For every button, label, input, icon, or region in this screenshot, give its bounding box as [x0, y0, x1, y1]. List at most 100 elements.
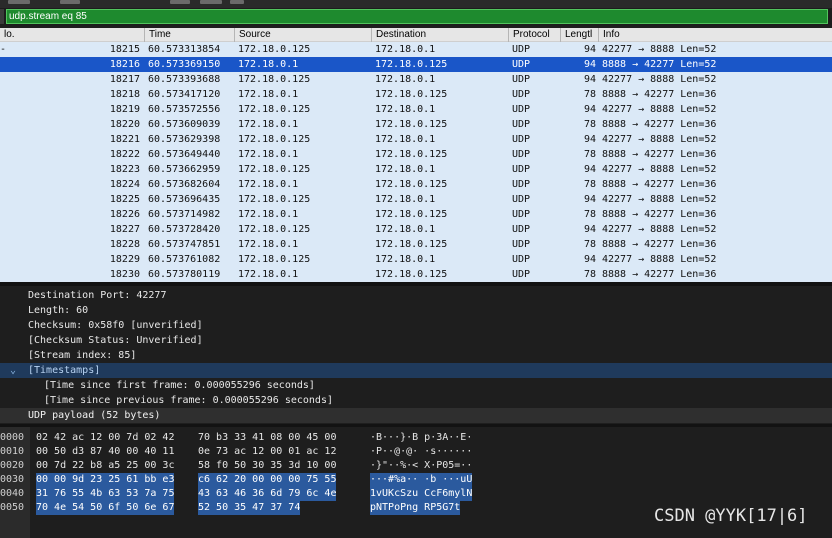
packet-row[interactable]: 18224 60.573682604 172.18.0.1 172.18.0.1… [0, 177, 832, 192]
packet-row[interactable]: 18219 60.573572556 172.18.0.125 172.18.0… [0, 102, 832, 117]
toolbar-button[interactable] [60, 0, 80, 4]
hex-bytes[interactable]: 02 42 ac 12 00 7d 02 42 [36, 431, 174, 445]
packet-row[interactable]: 18226 60.573714982 172.18.0.1 172.18.0.1… [0, 207, 832, 222]
packet-row[interactable]: 18222 60.573649440 172.18.0.1 172.18.0.1… [0, 147, 832, 162]
detail-text: Destination Port: 42277 [28, 290, 167, 301]
packet-row[interactable]: - 18215 60.573313854 172.18.0.125 172.18… [0, 42, 832, 57]
toolbar-button[interactable] [230, 0, 244, 4]
packet-row[interactable]: 18223 60.573662959 172.18.0.125 172.18.0… [0, 162, 832, 177]
bytes-line: 0010 00 50 d3 87 40 00 40 11 0e 73 ac 12… [0, 445, 832, 459]
bytes-line: 0000 02 42 ac 12 00 7d 02 42 70 b3 33 41… [0, 431, 832, 445]
packet-time: 60.573649440 [148, 149, 221, 160]
packet-info: 42277 → 8888 Len=52 [602, 164, 717, 175]
packet-length: 78 [583, 89, 596, 100]
column-header-time[interactable]: Time [144, 28, 237, 42]
detail-line[interactable]: [Time since previous frame: 0.000055296 … [0, 393, 832, 408]
packet-row[interactable]: 18228 60.573747851 172.18.0.1 172.18.0.1… [0, 237, 832, 252]
detail-line[interactable]: Checksum: 0x58f0 [unverified] [0, 318, 832, 333]
ascii-bytes[interactable]: ·P··@·@· ·s······ [370, 445, 472, 459]
packet-destination: 172.18.0.1 [375, 104, 436, 115]
packet-number: 18229 [109, 254, 140, 265]
column-header-length[interactable]: Lengtl [560, 28, 599, 42]
hex-bytes[interactable]: 00 7d 22 b8 a5 25 00 3c [36, 459, 174, 473]
packet-length: 94 [583, 194, 596, 205]
column-header-source[interactable]: Source [234, 28, 373, 42]
packet-info: 8888 → 42277 Len=36 [602, 239, 717, 250]
packet-row[interactable]: 18227 60.573728420 172.18.0.125 172.18.0… [0, 222, 832, 237]
hex-bytes[interactable]: 0e 73 ac 12 00 01 ac 12 [198, 445, 336, 459]
packet-length: 94 [583, 59, 596, 70]
packet-details-pane: Destination Port: 42277 Length: 60 Check… [0, 286, 832, 426]
packet-source: 172.18.0.1 [238, 89, 299, 100]
packet-destination: 172.18.0.1 [375, 74, 436, 85]
detail-line[interactable]: [Stream index: 85] [0, 348, 832, 363]
column-header-no[interactable]: lo. [0, 28, 144, 42]
ascii-bytes-highlighted[interactable]: pNTPoPng RP5G7t [370, 501, 461, 515]
detail-text: Checksum: 0x58f0 [unverified] [28, 320, 203, 331]
packet-row[interactable]: 18218 60.573417120 172.18.0.1 172.18.0.1… [0, 87, 832, 102]
detail-text: [Timestamps] [28, 365, 101, 376]
packet-source: 172.18.0.1 [238, 209, 299, 220]
detail-line[interactable]: Length: 60 [0, 303, 832, 318]
packet-row-selected[interactable]: 18216 60.573369150 172.18.0.1 172.18.0.1… [0, 57, 832, 72]
packet-length: 94 [583, 44, 596, 55]
hex-bytes-highlighted[interactable]: 70 4e 54 50 6f 50 6e 67 [36, 501, 175, 515]
packet-time: 60.573629398 [148, 134, 221, 145]
main-toolbar [0, 0, 832, 8]
packet-destination: 172.18.0.125 [375, 119, 448, 130]
packet-protocol: UDP [512, 224, 531, 235]
toolbar-button[interactable] [200, 0, 222, 4]
bytes-line: 0020 00 7d 22 b8 a5 25 00 3c 58 f0 50 30… [0, 459, 832, 473]
hex-bytes[interactable]: 58 f0 50 30 35 3d 10 00 [198, 459, 336, 473]
detail-line[interactable]: [Time since first frame: 0.000055296 sec… [0, 378, 832, 393]
hex-bytes-highlighted[interactable]: c6 62 20 00 00 00 75 55 [198, 473, 337, 487]
hex-bytes-highlighted[interactable]: 00 00 9d 23 25 61 bb e3 [36, 473, 175, 487]
detail-line-udp-payload[interactable]: UDP payload (52 bytes) [0, 408, 832, 423]
toolbar-button[interactable] [170, 0, 190, 4]
packet-protocol: UDP [512, 179, 531, 190]
packet-length: 78 [583, 209, 596, 220]
filter-bookmark-button[interactable] [0, 9, 4, 24]
packet-row[interactable]: 18230 60.573780119 172.18.0.1 172.18.0.1… [0, 267, 832, 282]
packet-row[interactable]: 18229 60.573761082 172.18.0.125 172.18.0… [0, 252, 832, 267]
packet-row[interactable]: 18220 60.573609039 172.18.0.1 172.18.0.1… [0, 117, 832, 132]
packet-protocol: UDP [512, 269, 531, 280]
column-header-info[interactable]: Info [598, 28, 832, 42]
packet-row[interactable]: 18225 60.573696435 172.18.0.125 172.18.0… [0, 192, 832, 207]
packet-source: 172.18.0.125 [238, 164, 311, 175]
ascii-bytes[interactable]: ·B···}·B p·3A··E· [370, 431, 472, 445]
packet-length: 94 [583, 164, 596, 175]
detail-line[interactable]: [Checksum Status: Unverified] [0, 333, 832, 348]
packet-info: 42277 → 8888 Len=52 [602, 194, 717, 205]
ascii-bytes[interactable]: ·}"··%·< X·P05=·· [370, 459, 472, 473]
hex-bytes-highlighted[interactable]: 52 50 35 47 37 74 [198, 501, 301, 515]
display-filter-input[interactable]: udp.stream eq 85 [6, 9, 828, 24]
detail-line[interactable]: Destination Port: 42277 [0, 288, 832, 303]
toolbar-button[interactable] [8, 0, 30, 4]
expand-triangle-icon[interactable]: ⌄ [10, 363, 16, 378]
column-header-protocol[interactable]: Protocol [508, 28, 563, 42]
packet-row[interactable]: 18221 60.573629398 172.18.0.125 172.18.0… [0, 132, 832, 147]
hex-bytes[interactable]: 00 50 d3 87 40 00 40 11 [36, 445, 174, 459]
ascii-bytes-highlighted[interactable]: ···#%a·· ·b ···uU [370, 473, 473, 487]
hex-bytes-highlighted[interactable]: 31 76 55 4b 63 53 7a 75 [36, 487, 175, 501]
packet-source: 172.18.0.1 [238, 179, 299, 190]
packet-number: 18217 [109, 74, 140, 85]
packet-number: 18216 [109, 59, 140, 70]
hex-bytes-highlighted[interactable]: 43 63 46 36 6d 79 6c 4e [198, 487, 337, 501]
detail-line-timestamps[interactable]: ⌄ [Timestamps] [0, 363, 832, 378]
column-header-destination[interactable]: Destination [371, 28, 510, 42]
detail-text: UDP payload (52 bytes) [28, 410, 161, 421]
packet-number: 18226 [109, 209, 140, 220]
packet-row[interactable]: 18217 60.573393688 172.18.0.125 172.18.0… [0, 72, 832, 87]
packet-source: 172.18.0.125 [238, 254, 311, 265]
packet-protocol: UDP [512, 239, 531, 250]
packet-time: 60.573780119 [148, 269, 221, 280]
hex-bytes[interactable]: 70 b3 33 41 08 00 45 00 [198, 431, 336, 445]
packet-source: 172.18.0.1 [238, 59, 299, 70]
byte-offset: 0000 [0, 432, 25, 443]
ascii-bytes-highlighted[interactable]: 1vUKcSzu CcF6mylN [370, 487, 473, 501]
packet-protocol: UDP [512, 209, 531, 220]
packet-protocol: UDP [512, 164, 531, 175]
packet-info: 42277 → 8888 Len=52 [602, 224, 717, 235]
